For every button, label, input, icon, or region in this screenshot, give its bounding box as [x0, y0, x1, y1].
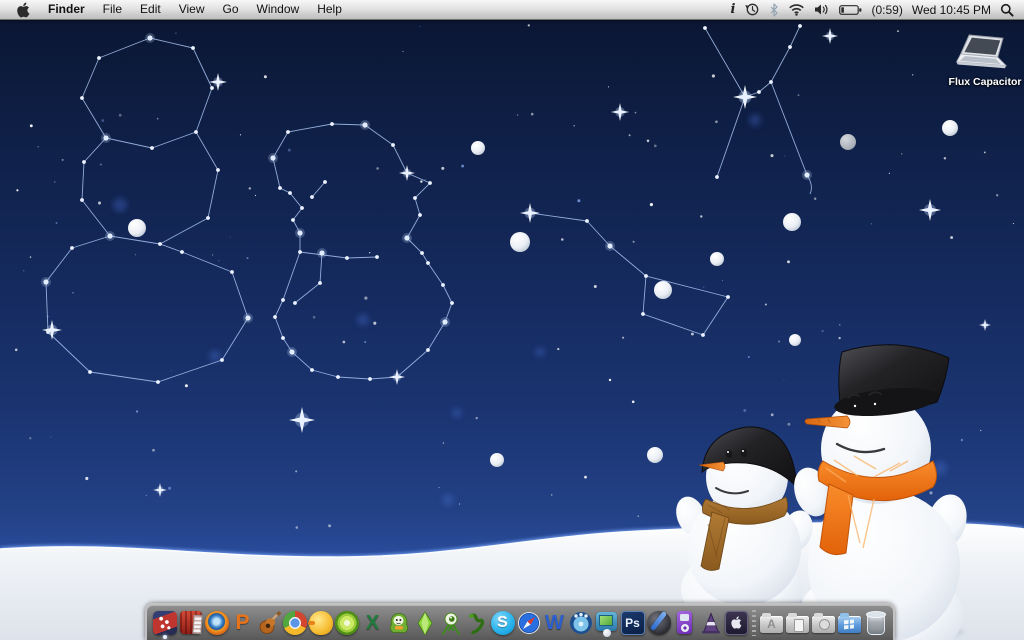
dock-item-powerpoint[interactable]: P	[230, 606, 255, 639]
windows-folder-icon	[838, 612, 861, 633]
menu-edit[interactable]: Edit	[131, 0, 170, 19]
chrome-icon	[282, 610, 307, 635]
battery-icon	[839, 4, 862, 15]
vlc-icon	[699, 611, 723, 635]
green-creature-app-icon	[387, 611, 411, 635]
sims-plumbob-icon	[413, 610, 437, 635]
dock-item-cyberduck[interactable]	[307, 606, 333, 639]
desktop-icon-flux-capacitor[interactable]: Flux Capacitor	[948, 34, 1022, 88]
dice-game-app-icon	[152, 610, 177, 635]
dock-item-garageband[interactable]	[256, 606, 281, 639]
input-info-menu[interactable]: i	[730, 2, 737, 17]
cyberduck-icon	[307, 610, 333, 635]
dvd-player-app-icon	[569, 611, 593, 635]
spotlight-search-icon	[1000, 3, 1014, 17]
dock-item-worm-app[interactable]	[464, 606, 489, 639]
wifi-icon	[789, 4, 805, 16]
dock-item-vlc[interactable]	[698, 606, 723, 639]
dock-item-limewire[interactable]	[334, 606, 359, 639]
eye-app-icon	[439, 611, 463, 635]
menu-bar: Finder File Edit View Go Window Help i (…	[0, 0, 1024, 20]
ipod-app-icon	[677, 611, 692, 634]
dock-item-ink-pen-app[interactable]	[646, 606, 671, 639]
volume-icon	[815, 4, 828, 15]
dock-item-safari[interactable]	[516, 606, 541, 639]
dock-item-dice-game[interactable]	[152, 606, 177, 639]
dock-item-photoshop[interactable]: Ps	[620, 606, 645, 639]
worm-app-icon	[465, 611, 489, 635]
dock-item-green-creature[interactable]	[386, 606, 411, 639]
desktop-screen: Finder File Edit View Go Window Help i (…	[0, 0, 1024, 640]
menu-help[interactable]: Help	[308, 0, 351, 19]
apple-logo-icon	[17, 2, 30, 17]
laptop-icon	[955, 34, 1008, 69]
bluetooth-icon	[771, 2, 779, 17]
menu-bar-left: Finder File Edit View Go Window Help	[0, 0, 351, 19]
apple-locker-app-icon	[725, 610, 748, 635]
skype-icon: S	[490, 610, 515, 635]
ink-pen-app-icon	[646, 610, 671, 635]
documents-folder-icon	[786, 612, 809, 633]
apple-menu[interactable]	[8, 2, 39, 18]
bluetooth-menu[interactable]	[769, 2, 779, 17]
dock-item-eye-app[interactable]	[438, 606, 463, 639]
applications-folder-icon: A	[760, 612, 783, 633]
garageband-guitar-icon	[257, 610, 281, 635]
battery-time-label: (0:59)	[871, 2, 903, 17]
dock-item-skype[interactable]: S	[490, 606, 515, 639]
menu-go[interactable]: Go	[214, 0, 248, 19]
menu-finder[interactable]: Finder	[39, 0, 94, 19]
menu-file[interactable]: File	[94, 0, 131, 19]
dock-item-downloads-folder[interactable]	[811, 606, 836, 639]
safari-icon	[517, 611, 541, 635]
dock-item-apple-locker[interactable]	[724, 606, 749, 639]
downloads-folder-icon	[812, 612, 835, 633]
spotlight-menu[interactable]	[1000, 3, 1014, 17]
limewire-icon	[334, 610, 359, 635]
battery-menu[interactable]	[839, 4, 862, 16]
desktop-icon-label: Flux Capacitor	[948, 76, 1022, 88]
photoshop-icon: Ps	[620, 610, 645, 635]
menu-bar-clock[interactable]: Wed 10:45 PM	[912, 3, 991, 17]
wifi-menu[interactable]	[788, 3, 805, 16]
dock-item-windows-folder[interactable]	[837, 606, 862, 639]
dock-item-chrome[interactable]	[282, 606, 307, 639]
dock-item-trash[interactable]	[863, 606, 888, 639]
powerpoint-icon: P	[235, 611, 250, 634]
trash-icon	[865, 611, 886, 635]
photo-booth-icon	[179, 611, 202, 634]
dock-item-firefox[interactable]	[204, 606, 229, 639]
word-icon: W	[545, 611, 564, 634]
dock-item-sims-plumbob[interactable]	[412, 606, 437, 639]
dock-item-ipod-app[interactable]	[672, 606, 697, 639]
white-apple-glyph	[731, 616, 742, 629]
dock-item-dvd-player[interactable]	[568, 606, 593, 639]
running-indicator	[162, 635, 167, 639]
dock: P X S W Ps A	[145, 603, 895, 640]
dock-item-documents-folder[interactable]	[785, 606, 810, 639]
firefox-icon	[204, 610, 229, 635]
dock-item-camera-app[interactable]	[594, 606, 619, 639]
time-machine-menu[interactable]	[745, 2, 760, 17]
dock-item-word[interactable]: W	[542, 606, 567, 639]
volume-menu[interactable]	[814, 3, 830, 16]
dock-item-applications-folder[interactable]: A	[759, 606, 784, 639]
time-machine-icon	[745, 3, 759, 16]
menu-bar-status: i (0:59) Wed 10:45 PM	[730, 2, 1024, 17]
excel-icon: X	[365, 611, 380, 634]
dock-item-photo-booth[interactable]	[178, 606, 203, 639]
dock-item-excel[interactable]: X	[360, 606, 385, 639]
camera-app-icon	[596, 611, 617, 637]
menu-window[interactable]: Window	[248, 0, 309, 19]
dock-separator	[750, 609, 758, 636]
menu-view[interactable]: View	[170, 0, 214, 19]
wallpaper-winter-night	[0, 0, 1024, 640]
